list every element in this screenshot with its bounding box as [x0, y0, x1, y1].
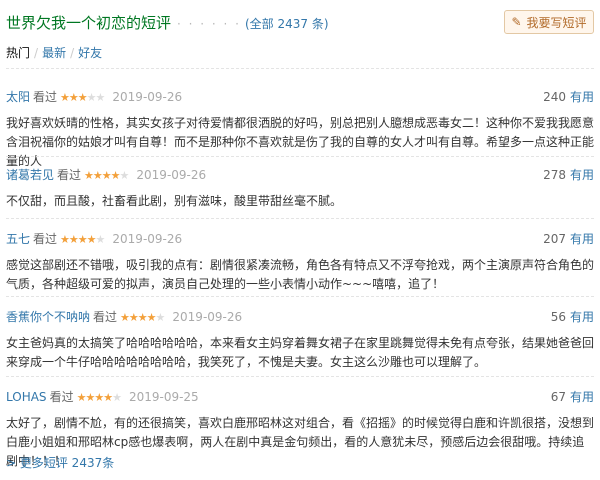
star-empty-icon: ★ — [155, 311, 166, 324]
useful-button[interactable]: 有用 — [570, 232, 594, 246]
review-date: 2019-09-26 — [136, 168, 207, 182]
filter-separator: / — [34, 46, 39, 60]
review-item: 香蕉你个不呐呐 看过 ★★★★★ 2019-09-26 56 有用 女主爸妈真的太搞笑了… — [6, 308, 594, 372]
star-filled-icon: ★ — [77, 233, 88, 246]
title-dots: · · · · · · — [177, 17, 241, 31]
star-filled-icon: ★ — [92, 169, 103, 182]
review-date: 2019-09-26 — [112, 90, 183, 104]
title-text: 世界欠我一个初恋的短评 — [6, 14, 172, 32]
review-meta: LOHAS 看过 ★★★★★ 2019-09-25 67 有用 — [6, 388, 594, 406]
star-empty-icon: ★ — [95, 233, 106, 246]
divider — [6, 218, 594, 219]
more-comments-link[interactable]: > 更多短评 2437条 — [6, 454, 114, 471]
filter-separator: / — [70, 46, 75, 60]
review-status: 看过 — [93, 310, 118, 324]
page-title: 世界欠我一个初恋的短评 · · · · · · (全部 2437 条) — [6, 12, 329, 33]
star-filled-icon: ★ — [128, 311, 139, 324]
filter-latest[interactable]: 最新 — [42, 46, 66, 60]
review-votes: 207 有用 — [543, 230, 594, 247]
review-user[interactable]: 五七 — [6, 232, 30, 246]
review-item: 五七 看过 ★★★★★ 2019-09-26 207 有用 感觉这部剧还不错哦，吸引我的… — [6, 230, 594, 294]
star-filled-icon: ★ — [101, 169, 112, 182]
review-date: 2019-09-26 — [112, 232, 183, 246]
useful-button[interactable]: 有用 — [570, 390, 594, 404]
review-votes: 67 有用 — [551, 388, 594, 405]
review-item: 太阳 看过 ★★★★★ 2019-09-26 240 有用 我好喜欢妖晴的性格，其实女孩… — [6, 88, 594, 171]
rating-stars: ★★★★★ — [84, 169, 130, 182]
review-content: 我好喜欢妖晴的性格，其实女孩子对待爱情都很洒脱的好吗，别总把别人臆想成恶毒女二！… — [6, 116, 595, 168]
filter-hot[interactable]: 热门 — [6, 46, 30, 60]
star-filled-icon: ★ — [137, 311, 148, 324]
star-filled-icon: ★ — [84, 169, 94, 182]
review-date: 2019-09-25 — [128, 390, 199, 404]
review-votes: 240 有用 — [543, 88, 594, 105]
star-empty-icon: ★ — [86, 91, 97, 104]
filter-friends[interactable]: 好友 — [78, 46, 102, 60]
star-filled-icon: ★ — [94, 391, 104, 404]
star-filled-icon: ★ — [60, 91, 70, 104]
review-status: 看过 — [33, 90, 58, 104]
total-count-link[interactable]: (全部 2437 条) — [245, 17, 329, 31]
star-filled-icon: ★ — [110, 169, 121, 182]
comments-header: 世界欠我一个初恋的短评 · · · · · · (全部 2437 条) ✎ 我要写短… — [6, 10, 594, 34]
star-filled-icon: ★ — [68, 91, 79, 104]
review-status: 看过 — [57, 168, 82, 182]
write-review-label: 我要写短评 — [526, 15, 587, 30]
review-user[interactable]: LOHAS — [6, 390, 47, 404]
write-review-button[interactable]: ✎ 我要写短评 — [504, 10, 594, 34]
review-date: 2019-09-26 — [172, 310, 243, 324]
star-filled-icon: ★ — [103, 391, 113, 404]
review-content: 感觉这部剧还不错哦，吸引我的点有：剧情很紧凑流畅，角色各有特点又不浮夸抢戏，两个… — [6, 258, 595, 291]
star-empty-icon: ★ — [112, 391, 122, 404]
pencil-icon: ✎ — [511, 15, 522, 29]
vote-count: 56 — [550, 310, 566, 324]
rating-stars: ★★★★★ — [120, 311, 166, 324]
review-content: 不仅甜，而且酸，社畜看此剧，别有滋味，酸里带甜丝毫不腻。 — [6, 194, 343, 208]
review-meta: 香蕉你个不呐呐 看过 ★★★★★ 2019-09-26 56 有用 — [6, 308, 594, 326]
sort-filters: 热门 / 最新 / 好友 — [6, 44, 102, 61]
useful-button[interactable]: 有用 — [570, 310, 594, 324]
review-user[interactable]: 香蕉你个不呐呐 — [6, 310, 90, 324]
star-filled-icon: ★ — [120, 311, 130, 324]
star-filled-icon: ★ — [86, 233, 97, 246]
review-item: 诸葛若见 看过 ★★★★★ 2019-09-26 278 有用 不仅甜，而且酸，社畜看此… — [6, 166, 594, 211]
vote-count: 207 — [543, 232, 566, 246]
useful-button[interactable]: 有用 — [570, 168, 594, 182]
divider — [6, 68, 594, 69]
star-filled-icon: ★ — [60, 233, 70, 246]
review-status: 看过 — [49, 390, 74, 404]
review-user[interactable]: 诸葛若见 — [6, 168, 54, 182]
vote-count: 278 — [543, 168, 566, 182]
review-meta: 五七 看过 ★★★★★ 2019-09-26 207 有用 — [6, 230, 594, 248]
review-meta: 太阳 看过 ★★★★★ 2019-09-26 240 有用 — [6, 88, 594, 106]
star-filled-icon: ★ — [85, 391, 95, 404]
rating-stars: ★★★★★ — [60, 233, 106, 246]
review-meta: 诸葛若见 看过 ★★★★★ 2019-09-26 278 有用 — [6, 166, 594, 184]
divider — [6, 296, 594, 297]
star-filled-icon: ★ — [146, 311, 157, 324]
divider — [6, 376, 594, 377]
review-status: 看过 — [33, 232, 58, 246]
star-empty-icon: ★ — [119, 169, 130, 182]
review-user[interactable]: 太阳 — [6, 90, 30, 104]
vote-count: 240 — [543, 90, 566, 104]
rating-stars: ★★★★★ — [77, 391, 122, 404]
divider — [6, 156, 594, 157]
vote-count: 67 — [550, 390, 566, 404]
review-votes: 278 有用 — [543, 166, 594, 183]
useful-button[interactable]: 有用 — [570, 90, 594, 104]
rating-stars: ★★★★★ — [60, 91, 106, 104]
review-votes: 56 有用 — [551, 308, 594, 325]
star-empty-icon: ★ — [95, 91, 106, 104]
star-filled-icon: ★ — [68, 233, 79, 246]
review-content: 女主爸妈真的太搞笑了哈哈哈哈哈哈，本来看女主妈穿着舞女裙子在家里跳舞觉得未免有点… — [6, 336, 595, 369]
star-filled-icon: ★ — [77, 91, 88, 104]
